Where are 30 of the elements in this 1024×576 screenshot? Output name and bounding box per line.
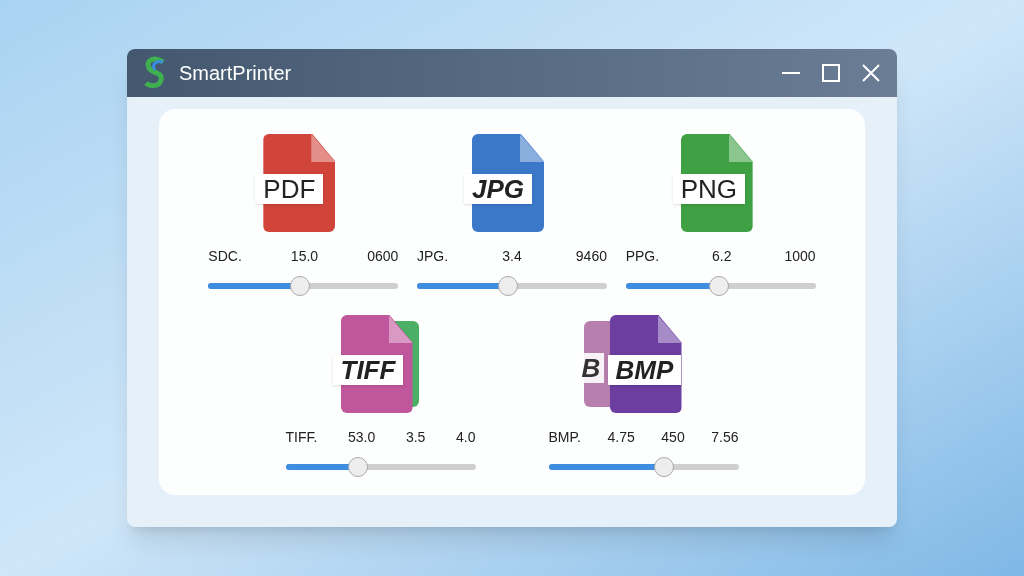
value-reading: 9460 xyxy=(575,247,607,266)
file-type-label: JPG xyxy=(464,174,532,204)
value-reading: 3.4 xyxy=(502,247,522,266)
value-reading: 53.0 xyxy=(348,428,376,447)
app-logo-icon xyxy=(143,56,167,90)
format-label: TIFF. xyxy=(285,428,318,447)
value-reading: 3.5 xyxy=(405,428,426,447)
format-label: JPG. xyxy=(417,247,449,266)
value-reading: 7.56 xyxy=(711,428,739,447)
value-reading: 15.0 xyxy=(290,247,319,266)
value-reading: 6.2 xyxy=(712,247,732,266)
format-label: SDC. xyxy=(208,247,242,266)
file-type-label: BMP xyxy=(607,355,682,385)
slider-thumb[interactable] xyxy=(498,276,519,296)
value-reading: 4.0 xyxy=(456,428,476,447)
value-reading: 0600 xyxy=(367,247,399,266)
value-reading: 4.75 xyxy=(607,428,635,447)
slider-thumb[interactable] xyxy=(289,276,310,296)
file-type-label: PNG xyxy=(672,174,745,204)
value-reading: 1000 xyxy=(784,247,816,266)
maximize-icon[interactable] xyxy=(821,63,841,83)
window-title: SmartPrinter xyxy=(179,61,292,86)
slider-thumb[interactable] xyxy=(654,457,675,477)
file-type-label: PDF xyxy=(255,174,324,204)
format-label: PPG. xyxy=(625,247,660,266)
slider-thumb[interactable] xyxy=(708,276,729,296)
value-reading: 450 xyxy=(661,428,685,447)
slider-thumb[interactable] xyxy=(347,457,368,477)
format-label: BMP. xyxy=(548,428,581,447)
close-icon[interactable] xyxy=(861,63,881,83)
